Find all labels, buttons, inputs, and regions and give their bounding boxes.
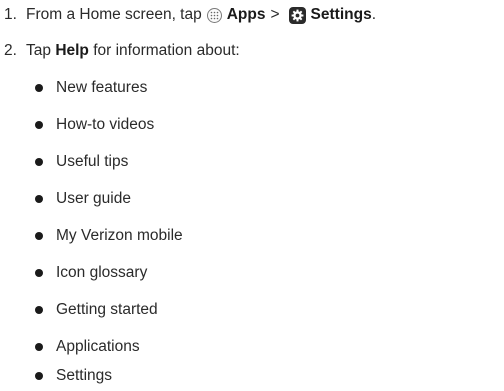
topic-label: New features [56, 79, 148, 96]
bullet-icon [35, 232, 43, 240]
topic-label: How-to videos [56, 116, 155, 133]
bullet-icon [35, 158, 43, 166]
list-item: How-to videos [35, 114, 154, 136]
apps-label: Apps [226, 6, 266, 23]
list-item: Useful tips [35, 151, 128, 173]
bullet-icon [35, 306, 43, 314]
step-1-intro: From a Home screen, tap [26, 6, 202, 23]
list-item: Applications [35, 336, 140, 358]
topic-label: Icon glossary [56, 264, 148, 281]
settings-label: Settings [310, 6, 372, 23]
step-2: 2. Tap Help for information about: [4, 40, 240, 62]
list-item: Icon glossary [35, 262, 147, 284]
step-1-period: . [371, 6, 377, 23]
list-item: Settings [35, 365, 112, 387]
step-2-text: Tap Help for information about: [26, 42, 240, 60]
step-1-number: 1. [4, 6, 17, 23]
topic-label: Settings [56, 367, 113, 384]
list-item: New features [35, 77, 147, 99]
topic-label: My Verizon mobile [56, 227, 183, 244]
topic-label: Getting started [56, 301, 158, 318]
step-1: 1. From a Home screen, tap Apps > Settin… [4, 4, 376, 26]
step-2-rest: for information about: [93, 42, 240, 59]
list-item: User guide [35, 188, 131, 210]
menu-separator: > [270, 6, 280, 23]
topic-label: User guide [56, 190, 131, 207]
bullet-icon [35, 269, 43, 277]
topic-label: Applications [56, 338, 140, 355]
bullet-icon [35, 343, 43, 351]
step-2-intro: Tap [26, 42, 51, 59]
bullet-icon [35, 84, 43, 92]
help-instructions-document: 1. From a Home screen, tap Apps > Settin… [0, 0, 504, 391]
step-1-text: From a Home screen, tap Apps > Settings … [26, 6, 376, 24]
bullet-icon [35, 372, 43, 380]
step-2-number: 2. [4, 42, 17, 59]
list-item: Getting started [35, 299, 158, 321]
help-label: Help [55, 42, 89, 59]
apps-grid-icon [206, 7, 222, 23]
bullet-icon [35, 121, 43, 129]
settings-gear-icon [288, 6, 306, 24]
list-item: My Verizon mobile [35, 225, 183, 247]
topic-label: Useful tips [56, 153, 129, 170]
bullet-icon [35, 195, 43, 203]
